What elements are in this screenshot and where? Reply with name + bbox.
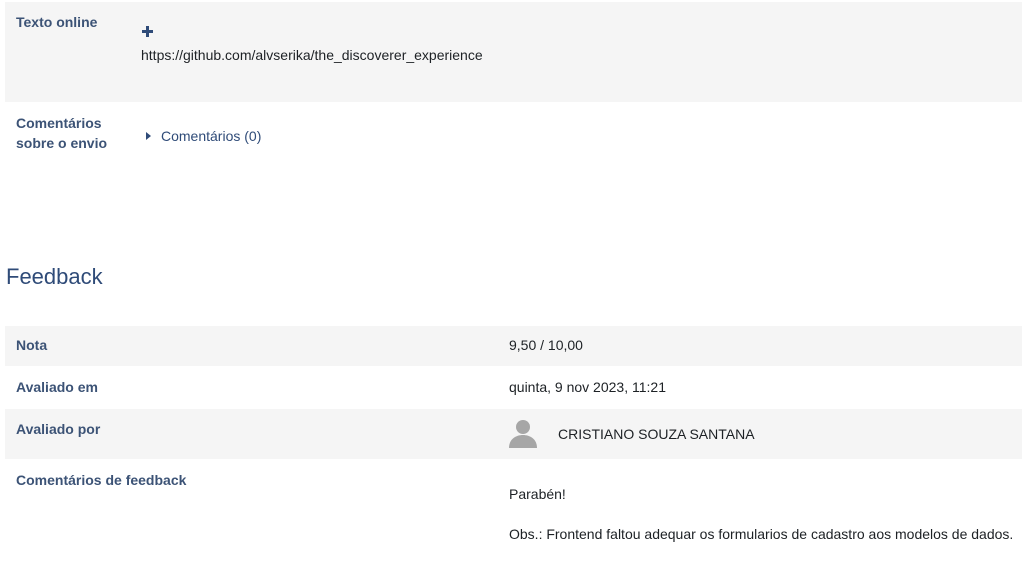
feedback-comments-row: Comentários de feedback Parabén! Obs.: F… xyxy=(5,461,1022,561)
grade-row: Nota 9,50 / 10,00 xyxy=(5,326,1022,366)
grade-value: 9,50 / 10,00 xyxy=(509,337,583,353)
graded-on-row: Avaliado em quinta, 9 nov 2023, 11:21 xyxy=(5,367,1022,407)
feedback-heading: Feedback xyxy=(6,264,103,289)
feedback-comments-label: Comentários de feedback xyxy=(16,472,187,488)
submission-comments-label-line1: Comentários xyxy=(16,115,102,131)
submission-comments-row: Comentários sobre o envio Comentários (0… xyxy=(5,104,1022,184)
graded-by-row: Avaliado por CRISTIANO SOUZA SANTANA xyxy=(5,409,1022,459)
submission-comments-label-line2: sobre o envio xyxy=(16,135,108,151)
grade-label: Nota xyxy=(16,337,48,353)
feedback-comment-line1: Parabén! xyxy=(509,486,566,502)
graded-by-label: Avaliado por xyxy=(16,421,101,437)
graded-on-label: Avaliado em xyxy=(16,379,98,395)
feedback-comment-line2: Obs.: Frontend faltou adequar os formula… xyxy=(509,526,1014,542)
online-text-label: Texto online xyxy=(16,14,98,30)
plus-icon[interactable] xyxy=(141,25,155,39)
graded-on-value: quinta, 9 nov 2023, 11:21 xyxy=(509,379,666,395)
comments-toggle-link[interactable]: Comentários (0) xyxy=(161,126,261,146)
grader-name: CRISTIANO SOUZA SANTANA xyxy=(558,426,755,442)
user-avatar-icon xyxy=(509,420,537,448)
caret-right-icon[interactable] xyxy=(146,132,151,140)
online-text-value: https://github.com/alvserika/the_discove… xyxy=(141,47,483,63)
online-text-row: Texto online https://github.com/alvserik… xyxy=(5,2,1022,102)
